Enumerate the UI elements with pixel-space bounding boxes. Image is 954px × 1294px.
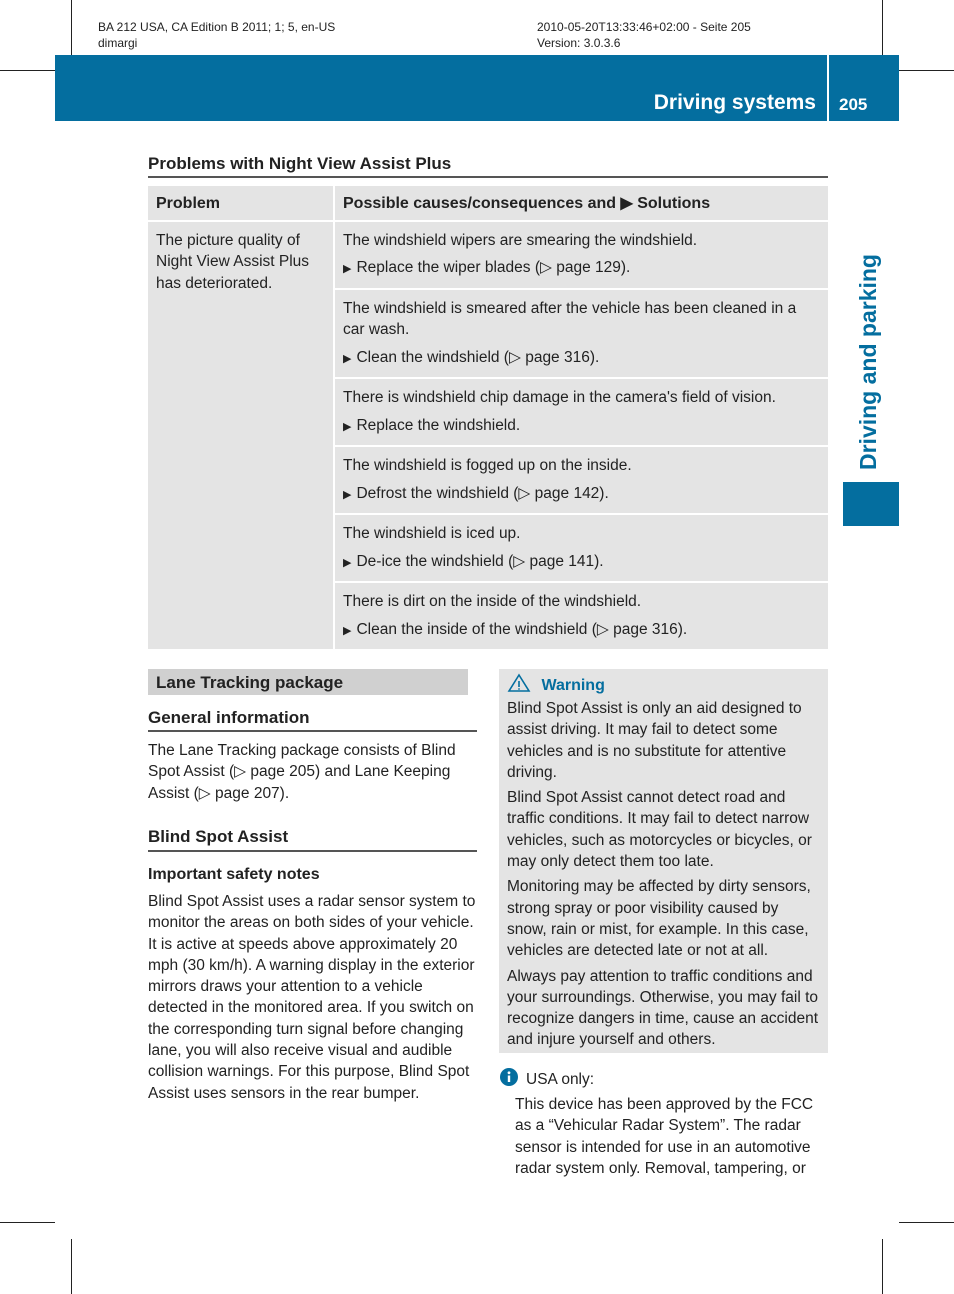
meta-edition: BA 212 USA, CA Edition B 2011; 1; 5, en-… bbox=[98, 20, 336, 34]
problems-table: Problem Possible causes/consequences and … bbox=[148, 186, 828, 649]
warning-paragraph: Monitoring may be affected by dirty sens… bbox=[507, 878, 811, 960]
solution: ▶ Replace the windshield. bbox=[343, 415, 820, 439]
crop-mark bbox=[0, 70, 55, 71]
crop-mark bbox=[882, 0, 883, 55]
general-info-title: General information bbox=[148, 708, 310, 727]
crop-mark bbox=[899, 1222, 954, 1223]
warning-triangle-icon bbox=[507, 673, 531, 692]
solution: ▶ Defrost the windshield (▷ page 142). bbox=[343, 483, 820, 507]
bsa-title: Blind Spot Assist bbox=[148, 827, 289, 846]
page-number: 205 bbox=[839, 95, 868, 114]
crop-mark bbox=[882, 1239, 883, 1294]
crop-mark bbox=[71, 0, 72, 55]
solution-arrow-icon: ▶ bbox=[343, 352, 352, 365]
info-text: This device has been approved by the FCC… bbox=[515, 1096, 814, 1177]
cause-cell: There is windshield chip damage in the c… bbox=[334, 377, 828, 446]
divider bbox=[148, 176, 828, 178]
info-title: USA only: bbox=[526, 1071, 595, 1088]
lane-tracking-title: Lane Tracking package bbox=[148, 669, 468, 695]
cause-cell: The windshield wipers are smearing the w… bbox=[334, 219, 828, 289]
solution-text: Clean the inside of the windshield (▷ pa… bbox=[356, 620, 688, 638]
solution-arrow-icon: ▶ bbox=[343, 263, 352, 275]
solution-arrow-icon: ▶ bbox=[343, 624, 352, 637]
solution-text: Replace the windshield. bbox=[356, 416, 521, 434]
cause-cell: The windshield is iced up. ▶ De-ice the wi… bbox=[334, 513, 828, 582]
print-meta-right: 2010-05-20T13:33:46+02:00 - Seite 205 Ve… bbox=[537, 19, 751, 51]
meta-date: 2010-05-20T13:33:46+02:00 - Seite 205 bbox=[537, 20, 751, 34]
warning-paragraph: Always pay attention to traffic conditio… bbox=[507, 967, 819, 1049]
section-title: Driving systems bbox=[653, 91, 816, 114]
col-header-problem: Problem bbox=[148, 186, 335, 222]
manual-page: { "meta":{"left1":"BA 212 USA, CA Editio… bbox=[0, 0, 954, 1294]
crop-mark bbox=[71, 1239, 72, 1294]
problem-cell: The picture quality of Night View Assist… bbox=[148, 220, 335, 649]
cause-text: There is windshield chip damage in the c… bbox=[343, 389, 776, 406]
cause-cell: The windshield is smeared after the vehi… bbox=[334, 287, 828, 378]
solution: ▶ De-ice the windshield (▷ page 141). bbox=[343, 551, 820, 575]
solution-text: Replace the wiper blades (▷ page 129). bbox=[356, 259, 631, 276]
solution: ▶ Clean the inside of the windshield (▷ p… bbox=[343, 619, 820, 643]
cause-text: The windshield wipers are smearing the w… bbox=[343, 231, 698, 249]
solution-arrow-icon: ▶ bbox=[343, 556, 352, 569]
table-row: The picture quality of Night View Assist… bbox=[148, 219, 828, 649]
solution-arrow-icon: ▶ bbox=[343, 420, 352, 433]
cause-text: The windshield is fogged up on the insid… bbox=[343, 457, 632, 474]
side-tab-label: Driving and parking bbox=[855, 254, 881, 470]
print-meta-left: BA 212 USA, CA Edition B 2011; 1; 5, en-… bbox=[98, 19, 335, 51]
solution-text: Clean the windshield (▷ page 316). bbox=[356, 348, 600, 366]
safety-notes-text: Blind Spot Assist uses a radar sensor sy… bbox=[148, 893, 476, 1102]
info-icon bbox=[500, 1068, 518, 1091]
solution-text: De-ice the windshield (▷ page 141). bbox=[356, 552, 604, 570]
cause-text: The windshield is iced up. bbox=[343, 525, 521, 542]
meta-author: dimargi bbox=[98, 36, 138, 50]
meta-version: Version: 3.0.3.6 bbox=[537, 36, 621, 50]
crop-mark bbox=[899, 70, 954, 71]
warning-box: Warning Blind Spot Assist is only an aid… bbox=[499, 669, 828, 1053]
cause-cell: There is dirt on the inside of the winds… bbox=[334, 581, 828, 649]
general-info-text: The Lane Tracking package consists of Bl… bbox=[148, 742, 456, 802]
solution-text: Defrost the windshield (▷ page 142). bbox=[356, 484, 609, 502]
header-band: Driving systems 205 bbox=[55, 55, 899, 121]
divider bbox=[148, 730, 477, 732]
side-tab bbox=[843, 482, 899, 526]
crop-mark bbox=[0, 1222, 55, 1223]
cause-text: There is dirt on the inside of the winds… bbox=[343, 593, 642, 610]
col-header-causes: Possible causes/consequences and ▶ Solut… bbox=[334, 186, 828, 222]
warning-paragraph: Blind Spot Assist is only an aid designe… bbox=[507, 700, 802, 781]
problems-title: Problems with Night View Assist Plus bbox=[148, 154, 452, 173]
divider bbox=[148, 850, 477, 852]
safety-notes-title: Important safety notes bbox=[148, 866, 320, 883]
warning-title: Warning bbox=[541, 677, 605, 694]
solution: ▶ Replace the wiper blades (▷ page 129). bbox=[343, 257, 820, 281]
solution: ▶ Clean the windshield (▷ page 316). bbox=[343, 347, 820, 371]
cause-cell: The windshield is fogged up on the insid… bbox=[334, 445, 828, 514]
warning-paragraph: Blind Spot Assist cannot detect road and… bbox=[507, 789, 812, 871]
solution-arrow-icon: ▶ bbox=[343, 488, 352, 501]
cause-text: The windshield is smeared after the vehi… bbox=[343, 299, 797, 339]
